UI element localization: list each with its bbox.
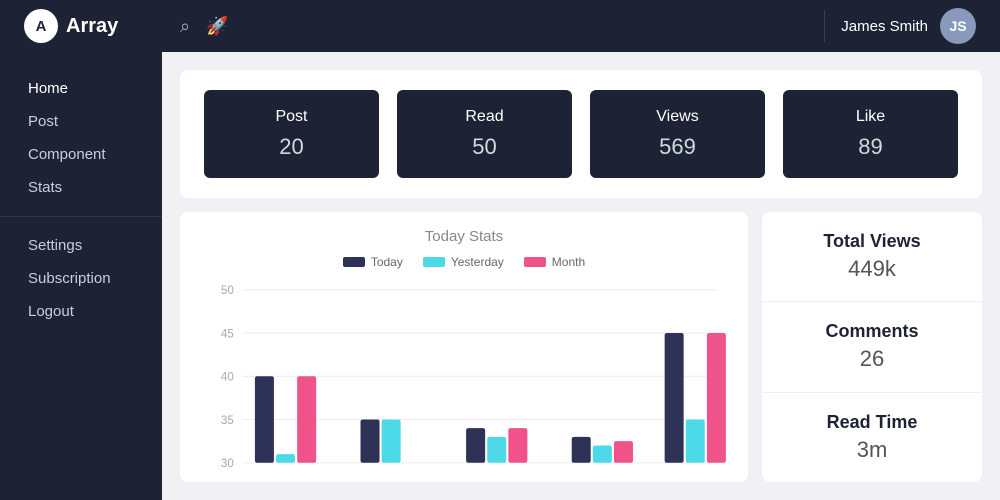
svg-text:50: 50 <box>221 284 234 297</box>
right-stat-total-views: Total Views 449k <box>762 212 982 302</box>
legend-today-color <box>343 257 365 267</box>
main-content: Post 20 Read 50 Views 569 Like 89 Today … <box>162 52 1000 500</box>
chart-title: Today Stats <box>200 228 728 245</box>
svg-text:30: 30 <box>221 457 234 470</box>
sidebar-group-main: Home Post Component Stats <box>0 72 162 217</box>
header-icons: ⌕ 🚀 <box>164 16 808 37</box>
chart-panel: Today Stats Today Yesterday Month <box>180 212 748 482</box>
rocket-icon[interactable]: 🚀 <box>206 16 228 37</box>
app-header: A Array ⌕ 🚀 James Smith JS <box>0 0 1000 52</box>
stat-card-read: Read 50 <box>397 90 572 178</box>
legend-yesterday-label: Yesterday <box>451 255 504 269</box>
right-panel: Total Views 449k Comments 26 Read Time 3… <box>762 212 982 482</box>
svg-text:40: 40 <box>221 370 234 383</box>
chart-svg: 50 45 40 35 30 <box>200 279 728 482</box>
user-name: James Smith <box>841 18 928 35</box>
total-views-value: 449k <box>848 256 896 282</box>
avatar: JS <box>940 8 976 44</box>
search-icon[interactable]: ⌕ <box>180 16 190 37</box>
legend-month-label: Month <box>552 255 585 269</box>
stat-post-title: Post <box>220 108 363 126</box>
sidebar-group-secondary: Settings Subscription Logout <box>0 229 162 340</box>
stat-views-value: 569 <box>606 134 749 160</box>
right-stat-read-time: Read Time 3m <box>762 393 982 482</box>
legend-today-label: Today <box>371 255 403 269</box>
legend-today: Today <box>343 255 403 269</box>
sidebar-item-logout[interactable]: Logout <box>0 295 162 328</box>
stat-card-views: Views 569 <box>590 90 765 178</box>
legend-yesterday: Yesterday <box>423 255 504 269</box>
sidebar-item-post[interactable]: Post <box>0 105 162 138</box>
total-views-title: Total Views <box>823 231 920 252</box>
stat-card-like: Like 89 <box>783 90 958 178</box>
stat-like-title: Like <box>799 108 942 126</box>
chart-legend: Today Yesterday Month <box>200 255 728 269</box>
legend-month: Month <box>524 255 585 269</box>
comments-value: 26 <box>860 346 884 372</box>
user-area: James Smith JS <box>841 8 976 44</box>
svg-text:45: 45 <box>221 327 234 340</box>
svg-text:35: 35 <box>221 414 234 427</box>
stat-read-value: 50 <box>413 134 556 160</box>
sidebar-item-subscription[interactable]: Subscription <box>0 262 162 295</box>
chart-area: 50 45 40 35 30 <box>200 279 728 482</box>
app-body: Home Post Component Stats Settings Subsc… <box>0 52 1000 500</box>
sidebar-item-stats[interactable]: Stats <box>0 171 162 204</box>
read-time-title: Read Time <box>827 412 918 433</box>
legend-yesterday-color <box>423 257 445 267</box>
stat-read-title: Read <box>413 108 556 126</box>
app-name: Array <box>66 15 118 38</box>
legend-month-color <box>524 257 546 267</box>
logo-area: A Array <box>24 9 164 43</box>
sidebar: Home Post Component Stats Settings Subsc… <box>0 52 162 500</box>
sidebar-item-home[interactable]: Home <box>0 72 162 105</box>
read-time-value: 3m <box>857 437 888 463</box>
stat-card-post: Post 20 <box>204 90 379 178</box>
right-stat-comments: Comments 26 <box>762 302 982 392</box>
stat-views-title: Views <box>606 108 749 126</box>
sidebar-item-component[interactable]: Component <box>0 138 162 171</box>
sidebar-item-settings[interactable]: Settings <box>0 229 162 262</box>
logo-icon: A <box>24 9 58 43</box>
stats-cards-row: Post 20 Read 50 Views 569 Like 89 <box>180 70 982 198</box>
header-divider <box>824 10 825 42</box>
comments-title: Comments <box>825 321 918 342</box>
stat-post-value: 20 <box>220 134 363 160</box>
bottom-row: Today Stats Today Yesterday Month <box>180 212 982 482</box>
stat-like-value: 89 <box>799 134 942 160</box>
